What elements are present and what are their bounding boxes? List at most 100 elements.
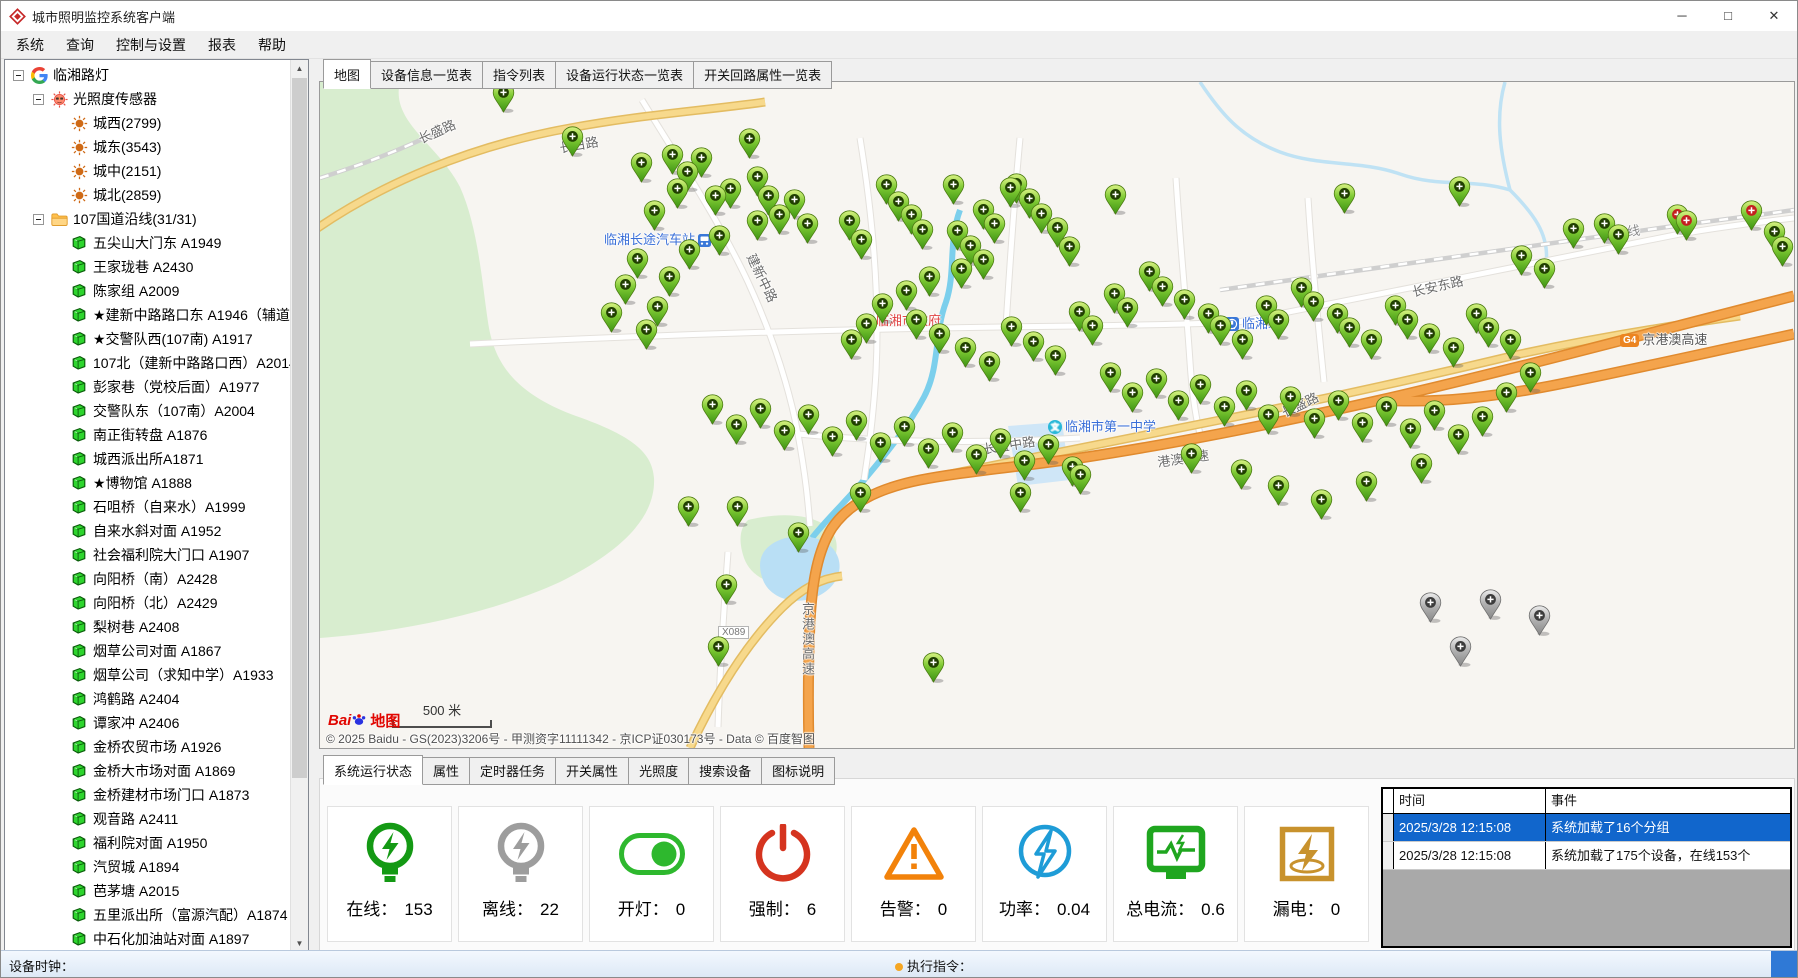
map-pin-green[interactable]: [677, 496, 700, 527]
map-pin-green[interactable]: [1355, 471, 1378, 502]
map-pin-green[interactable]: [1022, 331, 1045, 362]
map-pin-green[interactable]: [1267, 475, 1290, 506]
map-pin-green[interactable]: [749, 398, 772, 429]
map-pin-green[interactable]: [614, 274, 637, 305]
tree-item[interactable]: 观音路 A2411: [7, 807, 290, 831]
map-pin-green[interactable]: [1302, 291, 1325, 322]
bottom-tab-5[interactable]: 搜索设备: [688, 757, 762, 785]
map-pin-green[interactable]: [746, 210, 769, 241]
map-pin-green[interactable]: [1037, 434, 1060, 465]
map-pin-green[interactable]: [845, 410, 868, 441]
tree-item-root[interactable]: 临湘路灯: [7, 63, 290, 87]
map-pin-green[interactable]: [850, 229, 873, 260]
tree-item[interactable]: 城中(2151): [7, 159, 290, 183]
map-pin-gray[interactable]: [1479, 589, 1502, 620]
map-pin-green[interactable]: [893, 416, 916, 447]
map-pin-green[interactable]: [630, 152, 653, 183]
map-pin-green[interactable]: [561, 126, 584, 157]
map-pin-green[interactable]: [635, 319, 658, 350]
map-pin-green[interactable]: [1333, 183, 1356, 214]
map-pin-green[interactable]: [1399, 418, 1422, 449]
map-pin-green[interactable]: [950, 258, 973, 289]
map-pin-green[interactable]: [1338, 317, 1361, 348]
map-tab-0[interactable]: 地图: [323, 59, 371, 89]
scroll-up-icon[interactable]: ▲: [291, 60, 308, 77]
tree-item[interactable]: 自来水斜对面 A1952: [7, 519, 290, 543]
map-tab-1[interactable]: 设备信息一览表: [370, 61, 483, 89]
tree-item[interactable]: 交警队东（107南）A2004: [7, 399, 290, 423]
map-pin-green[interactable]: [1167, 390, 1190, 421]
map-pin-gray[interactable]: [1449, 636, 1472, 667]
map-pin-green[interactable]: [1230, 459, 1253, 490]
expander-icon[interactable]: [33, 94, 44, 105]
map-pin-green[interactable]: [1562, 218, 1585, 249]
menu-item-3[interactable]: 报表: [197, 31, 247, 59]
map-pin-green[interactable]: [1231, 329, 1254, 360]
map-pin-green[interactable]: [768, 204, 791, 235]
expander-icon[interactable]: [13, 70, 24, 81]
bottom-tab-3[interactable]: 开关属性: [555, 757, 629, 785]
map-pin-green[interactable]: [1180, 443, 1203, 474]
tree-scrollbar[interactable]: ▲ ▼: [290, 60, 308, 952]
bottom-tab-6[interactable]: 图标说明: [761, 757, 835, 785]
map-pin-green[interactable]: [600, 302, 623, 333]
map-pin-green[interactable]: [1499, 329, 1522, 360]
map-pin-green[interactable]: [1044, 345, 1067, 376]
map-pin-green[interactable]: [1360, 329, 1383, 360]
map-pin-green[interactable]: [821, 426, 844, 457]
map-pin-green[interactable]: [1081, 315, 1104, 346]
map-pin-green[interactable]: [869, 432, 892, 463]
map-pin-green[interactable]: [1104, 184, 1127, 215]
column-event[interactable]: 事件: [1546, 789, 1790, 813]
tree-item[interactable]: 烟草公司对面 A1867: [7, 639, 290, 663]
tree-item[interactable]: 城东(3543): [7, 135, 290, 159]
bottom-tab-4[interactable]: 光照度: [628, 757, 689, 785]
tree-group-0[interactable]: 光照度传感器: [7, 87, 290, 111]
tree-item[interactable]: 谭家冲 A2406: [7, 711, 290, 735]
map-pin-green[interactable]: [1000, 316, 1023, 347]
map-pin-green[interactable]: [701, 394, 724, 425]
map-pin-green[interactable]: [1310, 489, 1333, 520]
map-pin-green[interactable]: [1151, 276, 1174, 307]
map-pin-green[interactable]: [1209, 315, 1232, 346]
tree-item[interactable]: 鸿鹤路 A2404: [7, 687, 290, 711]
map-pin-green[interactable]: [1771, 236, 1794, 267]
menu-item-4[interactable]: 帮助: [247, 31, 297, 59]
tree-item[interactable]: 南正街转盘 A1876: [7, 423, 290, 447]
map-pin-green[interactable]: [708, 225, 731, 256]
menu-item-1[interactable]: 查询: [55, 31, 105, 59]
map-pin-green[interactable]: [1145, 368, 1168, 399]
close-button[interactable]: ✕: [1751, 1, 1797, 31]
map-pin-green[interactable]: [1189, 374, 1212, 405]
map-pin-green[interactable]: [849, 482, 872, 513]
column-time[interactable]: 时间: [1394, 789, 1546, 813]
map-pin-green[interactable]: [725, 414, 748, 445]
map-pin-green[interactable]: [954, 337, 977, 368]
map-pin-red[interactable]: [1675, 210, 1698, 241]
tree-item[interactable]: 汽贸城 A1894: [7, 855, 290, 879]
map-pin-green[interactable]: [1477, 317, 1500, 348]
map-pin-green[interactable]: [1235, 380, 1258, 411]
minimize-button[interactable]: ─: [1659, 1, 1705, 31]
tree-item[interactable]: 金桥大市场对面 A1869: [7, 759, 290, 783]
tree-item[interactable]: 向阳桥（南）A2428: [7, 567, 290, 591]
bottom-tab-0[interactable]: 系统运行状态: [323, 755, 423, 785]
device-tree[interactable]: 临湘路灯光照度传感器城西(2799)城东(3543)城中(2151)城北(285…: [7, 63, 290, 952]
event-row[interactable]: 2025/3/28 12:15:08系统加载了175个设备，在线153个: [1383, 842, 1790, 870]
map-pin-green[interactable]: [1607, 224, 1630, 255]
tree-group-1[interactable]: 107国道沿线(31/31): [7, 207, 290, 231]
map-tab-4[interactable]: 开关回路属性一览表: [693, 61, 832, 89]
map-pin-green[interactable]: [1069, 464, 1092, 495]
tree-item[interactable]: 芭茅塘 A2015: [7, 879, 290, 903]
tree-item[interactable]: 五尖山大门东 A1949: [7, 231, 290, 255]
map-pin-green[interactable]: [895, 280, 918, 311]
map-pin-green[interactable]: [1442, 337, 1465, 368]
tree-item[interactable]: 中石化加油站对面 A1897: [7, 927, 290, 951]
map-pin-green[interactable]: [1410, 453, 1433, 484]
map-pin-green[interactable]: [905, 309, 928, 340]
tree-item[interactable]: 城西(2799): [7, 111, 290, 135]
map-pin-green[interactable]: [965, 444, 988, 475]
map-pin-green[interactable]: [1519, 362, 1542, 393]
map-tab-3[interactable]: 设备运行状态一览表: [555, 61, 694, 89]
map-pin-green[interactable]: [1327, 390, 1350, 421]
